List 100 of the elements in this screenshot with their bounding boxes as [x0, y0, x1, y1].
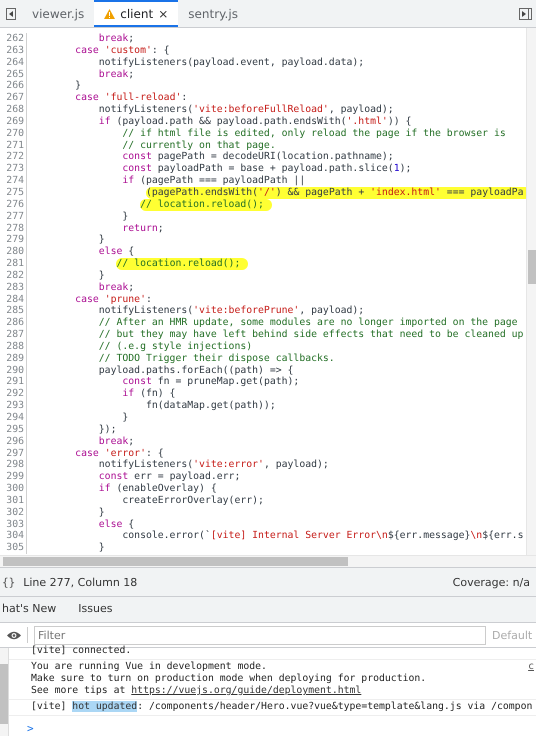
code-line: 295 });	[0, 424, 526, 436]
drawer-tab[interactable]: Issues	[78, 602, 112, 617]
line-number: 292	[5, 388, 25, 400]
code-line: 262 break;	[0, 33, 526, 45]
console-scrollbar[interactable]	[0, 648, 9, 736]
file-tab[interactable]: viewer.js	[22, 0, 94, 27]
line-number: 283	[5, 282, 25, 294]
code-line: 265 break;	[0, 68, 526, 80]
code-line: 264 notifyListeners(payload.event, payload.data);	[0, 56, 526, 69]
code-line: 284 case 'prune':	[0, 294, 526, 306]
line-number: 264	[5, 56, 25, 69]
code-line: 294 }	[0, 412, 526, 424]
file-tab[interactable]: sentry.js	[178, 0, 248, 27]
line-number: 271	[5, 140, 25, 152]
code-line: 289 // TODO Trigger their dispose callbacks.	[0, 352, 526, 365]
console-message: [vite] connected.	[31, 645, 132, 657]
code-line: 283 break;	[0, 282, 526, 294]
line-number: 298	[5, 459, 25, 472]
close-icon[interactable]: ×	[158, 6, 168, 20]
line-number: 279	[5, 234, 25, 246]
panel-toggle-icon[interactable]	[518, 8, 532, 20]
code-line: 297 case 'error': {	[0, 448, 526, 460]
code-line: 288 // (.e.g style injections)	[0, 340, 526, 353]
code-line: 273 const payloadPath = base + payload.path.slice(1);	[0, 163, 526, 176]
console-message: You are running Vue in development mode.	[31, 661, 268, 673]
console-message: See more tips at https://vuejs.org/guide/deployment.html	[31, 685, 362, 697]
pretty-print-button[interactable]: {}	[2, 576, 16, 588]
code-line: 298 notifyListeners('vite:error', payload);	[0, 459, 526, 472]
code-line: 290 payload.paths.forEach((path) => {	[0, 364, 526, 376]
marker-highlight: (pagePath.endsWith('/') && pagePath + 'index.html' === payloadPa	[146, 186, 526, 199]
line-number: 297	[5, 448, 25, 460]
coverage-label: Coverage: n/a	[452, 576, 530, 588]
line-number: 285	[5, 305, 25, 318]
code-line: 280 else {	[0, 246, 526, 258]
console-message: [vite] hot updated: /components/header/Hero.vue?vue&type=template&lang.js via /compon	[31, 701, 534, 713]
code-line: 286 // After an HMR update, some modules are no longer imported on the page	[0, 317, 526, 330]
source-link[interactable]: c	[528, 661, 536, 697]
code-line: 301 createErrorOverlay(err);	[0, 494, 526, 507]
line-number: 295	[5, 424, 25, 436]
line-number: 277	[5, 210, 25, 222]
code-line: 272 const pagePath = decodeURI(location.pathname);	[0, 151, 526, 164]
line-number: 273	[5, 163, 25, 176]
line-number: 282	[5, 270, 25, 282]
line-number: 274	[5, 175, 25, 187]
file-tab[interactable]: client ×	[94, 0, 178, 27]
line-number: 276	[5, 198, 25, 211]
line-number: 263	[5, 44, 25, 57]
line-number: 305	[5, 542, 25, 554]
code-line: 278 return;	[0, 222, 526, 234]
code-line: 296 break;	[0, 436, 526, 448]
horizontal-scrollbar[interactable]	[0, 555, 536, 567]
code-line: 263 case 'custom': {	[0, 44, 526, 57]
drawer-tab[interactable]: hat's New	[2, 602, 56, 617]
line-number: 267	[5, 92, 25, 104]
cursor-position: Line 277, Column 18	[23, 576, 138, 588]
line-number: 291	[5, 376, 25, 388]
line-number: 289	[5, 352, 25, 365]
code-line: 277 }	[0, 210, 526, 222]
line-number: 296	[5, 436, 25, 448]
line-number: 288	[5, 340, 25, 353]
code-line: 302 }	[0, 506, 526, 519]
console-prompt[interactable]: >	[9, 716, 34, 735]
marker-highlight: // location.reload();	[116, 258, 248, 270]
line-number: 278	[5, 222, 25, 234]
code-line: 270 // if html file is edited, only reload the page if the browser is	[0, 128, 526, 140]
line-number: 281	[5, 258, 25, 270]
code-line: 266 }	[0, 80, 526, 92]
line-number: 284	[5, 294, 25, 306]
filter-field[interactable]: Filter	[34, 626, 486, 644]
code-line: 287 // but they may have left behind side effects that need to be cleaned up	[0, 329, 526, 341]
code-line: 274 if (pagePath === payloadPath ||	[0, 175, 526, 187]
code-line: 268 notifyListeners('vite:beforeFullReload', payload);	[0, 104, 526, 116]
line-number: 272	[5, 151, 25, 164]
scroll-left-icon[interactable]	[6, 8, 16, 20]
line-number: 268	[5, 104, 25, 116]
code-line: 304 console.error(`[vite] Internal Server Error\n${err.message}\n${err.s	[0, 530, 526, 542]
code-line: 271 // currently on that page.	[0, 140, 526, 152]
vertical-scrollbar[interactable]	[526, 28, 536, 555]
eye-icon[interactable]	[7, 630, 21, 640]
line-number: 269	[5, 116, 25, 128]
line-number: 300	[5, 483, 25, 495]
line-number: 275	[5, 186, 25, 199]
code-line: 293 fn(dataMap.get(path));	[0, 400, 526, 412]
line-number: 266	[5, 80, 25, 92]
code-line: 299 const err = payload.err;	[0, 471, 526, 484]
line-number: 262	[5, 33, 25, 45]
line-number: 294	[5, 412, 25, 424]
line-number: 303	[5, 518, 25, 530]
line-number: 302	[5, 506, 25, 519]
code-line: 305 }	[0, 542, 526, 554]
line-number: 301	[5, 494, 25, 507]
code-line: 269 if (payload.path && payload.path.endsWith('.html')) {	[0, 116, 526, 128]
marker-highlight: // location.reload();	[140, 198, 272, 211]
code-line: 267 case 'full-reload':	[0, 92, 526, 104]
line-number: 287	[5, 329, 25, 341]
line-number: 299	[5, 471, 25, 484]
line-number: 286	[5, 317, 25, 330]
code-line: 300 if (enableOverlay) {	[0, 483, 526, 495]
code-line: 291 const fn = pruneMap.get(path);	[0, 376, 526, 388]
line-number: 293	[5, 400, 25, 412]
